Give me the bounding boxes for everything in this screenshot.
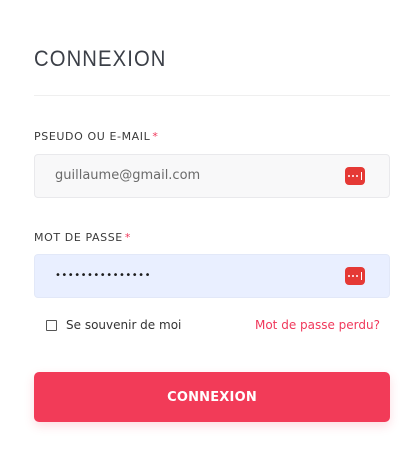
password-manager-icon[interactable]	[345, 267, 365, 285]
password-label-text: MOT DE PASSE	[34, 231, 123, 244]
remember-me-checkbox[interactable]	[46, 319, 57, 331]
login-button[interactable]: CONNEXION	[34, 372, 390, 422]
forgot-password-link[interactable]: Mot de passe perdu?	[255, 318, 380, 332]
password-value: •••••••••••••••	[55, 270, 151, 281]
title-divider	[34, 95, 390, 96]
password-label: MOT DE PASSE *	[34, 231, 131, 244]
required-mark: *	[152, 130, 159, 143]
username-value: guillaume@gmail.com	[55, 168, 201, 183]
remember-me-label[interactable]: Se souvenir de moi	[66, 318, 181, 332]
required-mark: *	[124, 231, 131, 244]
password-manager-icon[interactable]	[345, 167, 365, 185]
username-label: PSEUDO OU E-MAIL *	[34, 130, 158, 143]
username-label-text: PSEUDO OU E-MAIL	[34, 130, 151, 143]
page-title: CONNEXION	[34, 46, 167, 71]
remember-me[interactable]: Se souvenir de moi	[46, 318, 181, 332]
password-field[interactable]: •••••••••••••••	[34, 254, 390, 298]
username-field[interactable]: guillaume@gmail.com	[34, 154, 390, 198]
